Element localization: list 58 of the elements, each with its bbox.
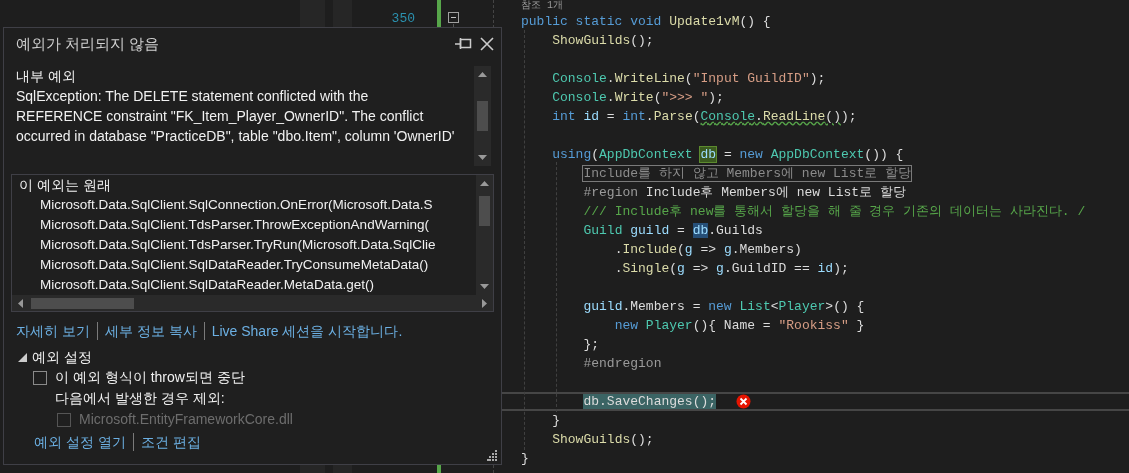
scrollbar-thumb[interactable]	[31, 297, 134, 309]
popup-title: 예외가 처리되지 않음	[16, 33, 161, 54]
code-line: Guild guild = db.Guilds	[582, 222, 763, 240]
code-line: }	[521, 450, 529, 468]
link[interactable]: 예외 설정 열기	[34, 432, 126, 452]
code-line: #region Include후 Members에 new List로 할당	[582, 184, 906, 202]
code-line: Console.WriteLine("Input GuildID");	[551, 70, 826, 88]
link[interactable]: Live Share 세션을 시작합니다.	[211, 321, 403, 341]
scroll-down-icon[interactable]	[478, 155, 487, 160]
checkbox-label: Microsoft.EntityFrameworkCore.dll	[79, 410, 293, 429]
section-heading: 이 예외는 원래	[19, 176, 112, 195]
checkbox[interactable]	[33, 370, 47, 385]
scroll-right-icon[interactable]	[482, 298, 487, 308]
code-line: new Player(){ Name = "Rookiss" }	[613, 317, 865, 335]
code-line: ShowGuilds();	[551, 32, 654, 50]
link[interactable]: 자세히 보기	[16, 321, 90, 341]
scroll-up-icon[interactable]	[480, 181, 489, 186]
code-line: ShowGuilds();	[551, 431, 654, 449]
section-heading: 예외 설정	[32, 348, 92, 367]
codelens-link[interactable]: 참조 1개	[521, 0, 563, 11]
stack-frame: Microsoft.Data.SqlClient.SqlDataReader.TryConsumeMetaData()	[40, 255, 476, 275]
scrollbar-thumb[interactable]	[477, 101, 488, 131]
line-number: 350	[390, 10, 416, 28]
stack-frame: Microsoft.Data.SqlClient.TdsParser.ThrowExceptionAndWarning(	[40, 215, 476, 235]
pin-icon[interactable]	[455, 38, 473, 50]
code-line: /// Include후 new를 통해서 할당을 해 줄 경우 기존의 데이터는 사라진다. /	[582, 203, 1086, 221]
section-heading: 내부 예외	[16, 67, 77, 86]
horizontal-scrollbar[interactable]	[12, 295, 493, 311]
code-line: .Single(g => g.GuildID == id);	[613, 260, 849, 278]
code-line: db.SaveChanges();	[582, 393, 717, 411]
expander-icon[interactable]	[18, 352, 27, 362]
resize-grip-icon[interactable]	[487, 450, 498, 461]
scroll-down-icon[interactable]	[480, 284, 489, 289]
link[interactable]: 세부 정보 복사	[104, 321, 197, 341]
code-line: guild.Members = new List<Player>() {	[582, 298, 865, 316]
code-line: .Include(g => g.Members)	[613, 241, 802, 259]
stack-frame: Microsoft.Data.SqlClient.SqlConnection.OnError(Microsoft.Data.S	[40, 195, 476, 215]
code-line: public static void Update1vM() {	[521, 13, 771, 31]
collapse-icon[interactable]	[448, 12, 459, 23]
code-line: Console.Write(">>> ");	[551, 89, 724, 107]
stack-frame: Microsoft.Data.SqlClient.TdsParser.TryRun(Microsoft.Data.SqlClie	[40, 235, 476, 255]
close-icon[interactable]	[479, 36, 495, 52]
scroll-up-icon[interactable]	[478, 72, 487, 77]
scroll-left-icon[interactable]	[18, 298, 23, 308]
link[interactable]: 조건 편집	[140, 432, 201, 452]
code-line: using(AppDbContext db = new AppDbContext()) {	[551, 146, 904, 164]
exception-message: SqlException: The DELETE statement conflicted with the REFERENCE constraint "FK_Item_Player_OwnerID". The conflict occurred in database "PracticeDB", table "dbo.Item", column 'OwnerID'	[16, 87, 456, 146]
code-line: int id = int.Parse(Console.ReadLine());	[551, 108, 857, 126]
code-line: }	[551, 412, 561, 430]
code-line: Include를 하지 않고 Members에 new List로 할당	[582, 165, 912, 183]
vertical-scrollbar[interactable]	[476, 175, 493, 295]
option-label: 다음에서 발생한 경우 제외:	[55, 390, 225, 406]
code-line: };	[582, 336, 600, 354]
code-line: #endregion	[582, 355, 662, 373]
stack-frame: Microsoft.Data.SqlClient.SqlDataReader.MetaData.get()	[40, 275, 476, 295]
vertical-scrollbar[interactable]	[474, 66, 491, 166]
scrollbar-thumb[interactable]	[479, 196, 490, 226]
checkbox-label: 이 예외 형식이 throw되면 중단	[55, 368, 245, 387]
